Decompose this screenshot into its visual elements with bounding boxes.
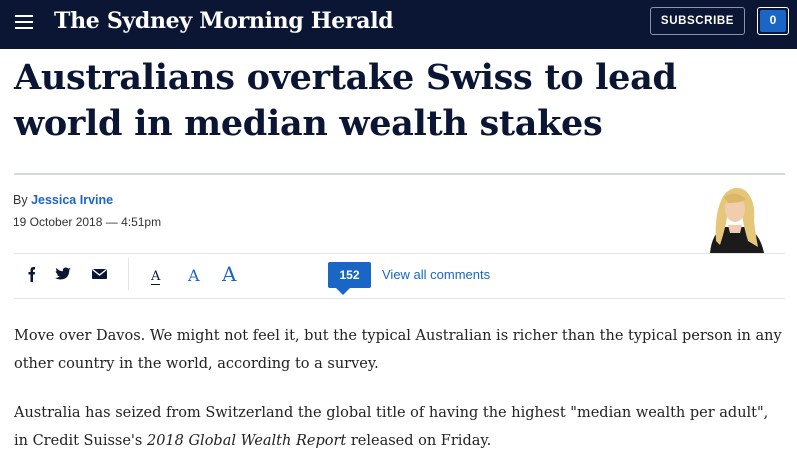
article-paragraph-2: Australia has seized from Switzerland th… xyxy=(14,399,784,455)
font-size-large-button[interactable]: A xyxy=(222,262,236,286)
report-title: 2018 Global Wealth Report xyxy=(146,433,347,449)
font-size-small-button[interactable]: A xyxy=(151,270,161,285)
view-comments-link[interactable]: View all comments xyxy=(382,267,490,282)
twitter-icon[interactable] xyxy=(53,265,73,283)
publish-date: 19 October 2018 — 4:51pm xyxy=(13,215,162,229)
article-headline: Australians overtake Swiss to lead world… xyxy=(14,57,677,144)
byline: By Jessica Irvine xyxy=(13,193,113,207)
font-size-medium-button[interactable]: A xyxy=(188,266,200,285)
facebook-icon[interactable] xyxy=(20,265,40,283)
masthead-logo[interactable]: The Sydney Morning Herald xyxy=(54,8,394,34)
headline-divider xyxy=(14,173,785,175)
tools-bottom-divider xyxy=(14,298,785,299)
author-photo xyxy=(698,181,772,253)
author-link[interactable]: Jessica Irvine xyxy=(31,193,113,207)
subscribe-button[interactable]: SUBSCRIBE xyxy=(650,7,745,35)
tools-vertical-divider xyxy=(128,258,129,290)
account-count-badge: 0 xyxy=(760,10,786,32)
hamburger-icon[interactable] xyxy=(15,15,33,29)
account-button[interactable]: 0 xyxy=(757,7,789,35)
tools-top-divider xyxy=(14,253,785,254)
email-icon[interactable] xyxy=(90,265,110,283)
byline-prefix: By xyxy=(13,193,28,207)
article-paragraph-1: Move over Davos. We might not feel it, b… xyxy=(14,328,782,372)
paragraph-2-text-end: released on Friday. xyxy=(346,433,492,449)
top-nav-bar: The Sydney Morning Herald SUBSCRIBE 0 xyxy=(0,0,797,49)
comment-count-badge[interactable]: 152 xyxy=(328,262,371,295)
